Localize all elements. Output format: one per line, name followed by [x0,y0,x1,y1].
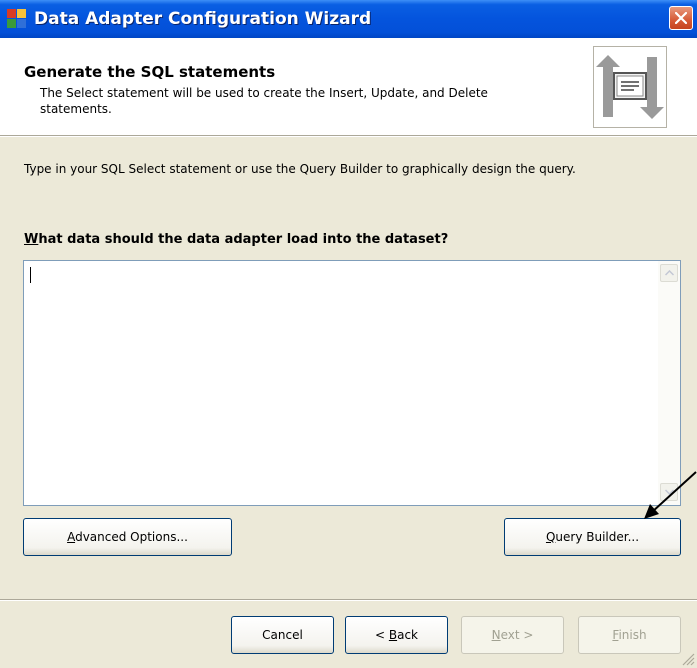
button-label: inish [618,628,647,642]
advanced-options-button[interactable]: Advanced Options... [23,518,232,556]
button-label: ext > [500,628,534,642]
text-caret [30,267,31,283]
window-title: Data Adapter Configuration Wizard [34,9,372,29]
label-text: hat data should the data adapter load in… [38,232,449,247]
page-title: Generate the SQL statements [24,63,276,81]
next-button[interactable]: Next > [461,616,564,654]
scroll-up-button[interactable] [660,264,678,282]
button-label: < [374,628,389,642]
application-icon [7,9,27,29]
access-key: Q [545,530,556,544]
query-builder-button[interactable]: Query Builder... [504,518,681,556]
button-label: dvanced Options... [75,530,188,544]
access-key: N [491,628,501,642]
cancel-button[interactable]: Cancel [231,616,334,654]
button-label: ack [397,628,418,642]
sql-statement-textarea[interactable] [23,260,681,506]
sql-prompt-label: What data should the data adapter load i… [24,232,448,247]
access-key: A [67,530,76,544]
vertical-scrollbar[interactable] [658,261,680,505]
resize-grip-icon[interactable] [681,652,695,666]
header-divider [0,135,697,137]
finish-button[interactable]: Finish [578,616,681,654]
wizard-sync-icon [593,46,667,128]
wizard-window: Data Adapter Configuration Wizard Genera… [0,0,697,668]
close-button[interactable] [669,6,693,30]
back-button[interactable]: < Back [345,616,448,654]
title-bar[interactable]: Data Adapter Configuration Wizard [0,0,697,38]
button-label: uery Builder... [555,530,640,544]
access-key: W [24,232,39,247]
wizard-header: Generate the SQL statements The Select s… [0,38,697,135]
chevron-up-icon [665,270,674,276]
annotation-arrow-icon [644,471,697,519]
footer-divider [0,599,697,601]
access-key: B [388,628,398,642]
instruction-text: Type in your SQL Select statement or use… [24,162,576,176]
close-icon [675,12,687,24]
page-subtitle: The Select statement will be used to cre… [40,86,488,116]
